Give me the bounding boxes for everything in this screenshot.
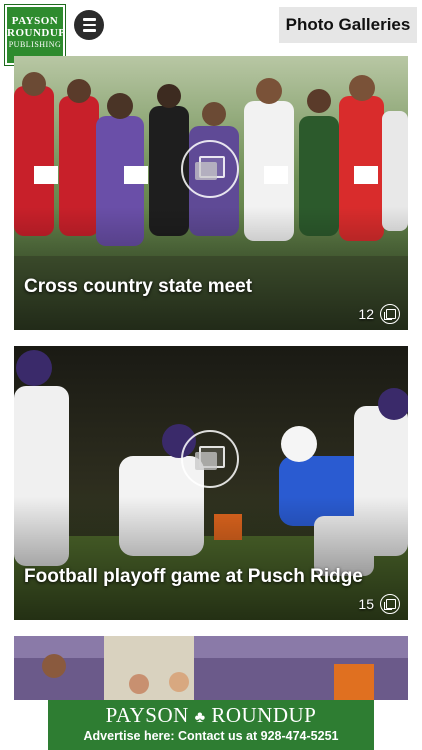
- logo-line-3: PUBLISHING: [8, 40, 62, 49]
- advertisement-banner[interactable]: PAYSON ♣ ROUNDUP Advertise here: Contact…: [48, 700, 374, 750]
- menu-icon[interactable]: [74, 10, 104, 40]
- gallery-icon: [181, 140, 239, 198]
- page-title[interactable]: Photo Galleries: [279, 7, 417, 43]
- gallery-card-cross-country[interactable]: Cross country state meet 12: [14, 56, 408, 330]
- app-header: PAYSON ROUNDUP PUBLISHING Photo Gallerie…: [0, 0, 422, 66]
- ad-contact-line: Advertise here: Contact us at 928-474-52…: [83, 729, 339, 743]
- gallery-card-football[interactable]: Football playoff game at Pusch Ridge 15: [14, 346, 408, 620]
- ad-brand-word-1: PAYSON: [105, 703, 189, 727]
- ad-brand-word-2: ROUNDUP: [211, 703, 317, 727]
- menu-icon-bar: [82, 18, 96, 21]
- tree-icon: ♣: [194, 709, 206, 726]
- gallery-caption: Cross country state meet: [24, 276, 253, 297]
- photos-stack-icon: [380, 304, 400, 324]
- photo-count-value: 12: [358, 306, 374, 322]
- gallery-card-partial[interactable]: [14, 636, 408, 700]
- photo-count: 12: [358, 304, 400, 324]
- gallery-caption: Football playoff game at Pusch Ridge: [24, 566, 363, 587]
- photo-count-value: 15: [358, 596, 374, 612]
- gallery-photo: [14, 636, 408, 700]
- logo-line-1: PAYSON: [11, 15, 59, 27]
- logo-line-2: ROUNDUP: [7, 27, 66, 39]
- menu-icon-bar: [82, 29, 96, 32]
- ad-brand: PAYSON ♣ ROUNDUP: [48, 700, 374, 728]
- menu-icon-bar: [82, 23, 96, 27]
- gallery-icon: [181, 430, 239, 488]
- photos-stack-icon: [380, 594, 400, 614]
- photo-count: 15: [358, 594, 400, 614]
